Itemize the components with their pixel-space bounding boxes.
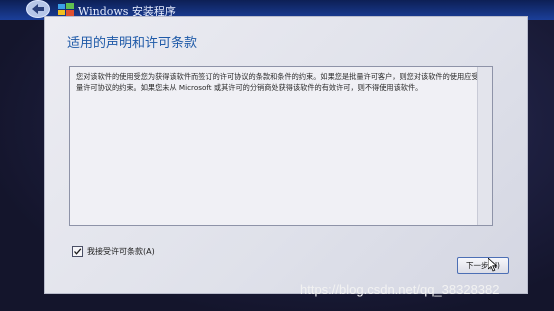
accept-license-checkbox[interactable] xyxy=(72,245,83,257)
next-button[interactable]: 下一步(N) xyxy=(457,257,509,274)
license-scrollbar[interactable] xyxy=(477,67,492,225)
accept-license-row[interactable]: 我接受许可条款(A) xyxy=(72,245,155,257)
accept-license-label: 我接受许可条款(A) xyxy=(87,246,155,256)
page-title: 适用的声明和许可条款 xyxy=(67,36,198,51)
checkmark-icon xyxy=(74,247,82,255)
windows-setup-icon xyxy=(58,3,74,16)
watermark-url: https://blog.csdn.net/qq_38328382 xyxy=(300,282,500,297)
installer-panel: 适用的声明和许可条款 您对该软件的使用受您为获得该软件而签订的许可协议的条款和条… xyxy=(44,16,528,294)
mouse-cursor-icon xyxy=(488,258,498,272)
license-text: 您对该软件的使用受您为获得该软件而签订的许可协议的条款和条件的约束。如果您是批量… xyxy=(76,72,486,92)
back-arrow-icon xyxy=(32,4,44,14)
license-text-box[interactable]: 您对该软件的使用受您为获得该软件而签订的许可协议的条款和条件的约束。如果您是批量… xyxy=(69,66,493,226)
